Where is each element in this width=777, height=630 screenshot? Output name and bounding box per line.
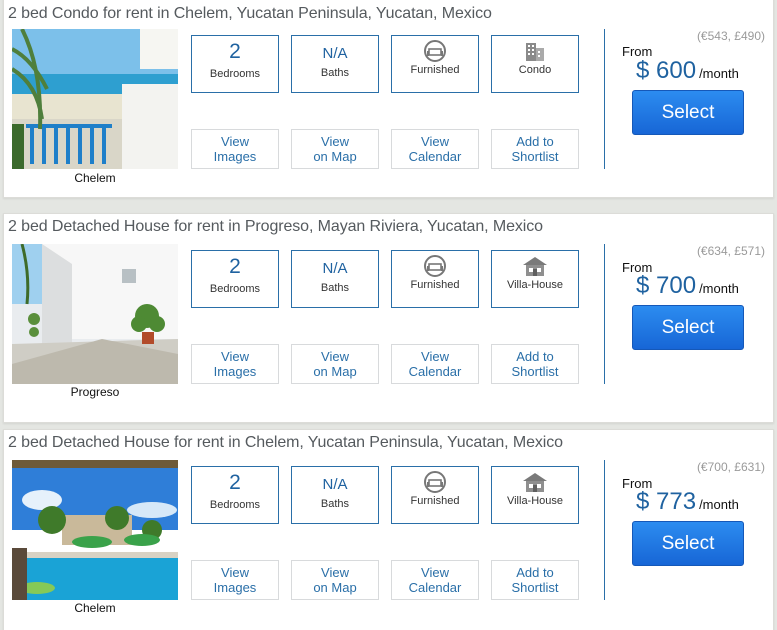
baths-value: N/A bbox=[322, 476, 348, 493]
bedrooms-box: 2 Bedrooms bbox=[191, 250, 279, 308]
divider bbox=[604, 244, 605, 384]
view-images-label: View Images bbox=[213, 565, 257, 595]
building-icon bbox=[526, 43, 544, 61]
add-to-shortlist-button[interactable]: Add to Shortlist bbox=[491, 344, 579, 384]
price-value: $ 600 bbox=[636, 57, 697, 84]
bedrooms-value: 2 bbox=[229, 255, 241, 278]
price-value: $ 700 bbox=[636, 272, 697, 299]
divider bbox=[604, 460, 605, 600]
property-type-box: Condo bbox=[491, 35, 579, 93]
view-calendar-label: View Calendar bbox=[408, 565, 462, 595]
baths-label: Baths bbox=[320, 498, 350, 510]
listing-photo[interactable] bbox=[12, 244, 178, 384]
price: $ 773/month bbox=[636, 488, 739, 516]
price-period: /month bbox=[699, 66, 739, 81]
listing-photo[interactable] bbox=[12, 460, 178, 600]
view-calendar-button[interactable]: View Calendar bbox=[391, 344, 479, 384]
price: $ 600/month bbox=[636, 57, 739, 85]
view-images-button[interactable]: View Images bbox=[191, 560, 279, 600]
view-images-button[interactable]: View Images bbox=[191, 344, 279, 384]
currency-conversion: (€634, £571) bbox=[696, 244, 765, 258]
listing-photo[interactable] bbox=[12, 29, 178, 169]
property-type-box: Villa-House bbox=[491, 250, 579, 308]
bedrooms-label: Bedrooms bbox=[209, 283, 261, 295]
bedrooms-label: Bedrooms bbox=[209, 499, 261, 511]
view-on-map-label: View on Map bbox=[313, 349, 357, 379]
baths-box: N/A Baths bbox=[291, 250, 379, 308]
furnished-label: Furnished bbox=[410, 64, 460, 76]
listing-title[interactable]: 2 bed Detached House for rent in Chelem,… bbox=[8, 434, 563, 452]
furnished-box: Furnished bbox=[391, 250, 479, 308]
sofa-icon bbox=[424, 471, 446, 493]
property-type-label: Condo bbox=[518, 64, 552, 76]
add-to-shortlist-label: Add to Shortlist bbox=[511, 349, 559, 379]
furnished-label: Furnished bbox=[410, 279, 460, 291]
listing-card: 2 bed Condo for rent in Chelem, Yucatan … bbox=[3, 0, 774, 198]
add-to-shortlist-button[interactable]: Add to Shortlist bbox=[491, 129, 579, 169]
furnished-label: Furnished bbox=[410, 495, 460, 507]
listing-location-caption: Progreso bbox=[70, 385, 120, 399]
add-to-shortlist-button[interactable]: Add to Shortlist bbox=[491, 560, 579, 600]
select-button[interactable]: Select bbox=[632, 90, 744, 135]
view-on-map-button[interactable]: View on Map bbox=[291, 344, 379, 384]
select-button[interactable]: Select bbox=[632, 521, 744, 566]
select-button[interactable]: Select bbox=[632, 305, 744, 350]
view-images-label: View Images bbox=[213, 134, 257, 164]
listing-card: 2 bed Detached House for rent in Progres… bbox=[3, 213, 774, 423]
listing-card: 2 bed Detached House for rent in Chelem,… bbox=[3, 429, 774, 630]
view-on-map-label: View on Map bbox=[313, 134, 357, 164]
bedrooms-box: 2 Bedrooms bbox=[191, 35, 279, 93]
listing-title[interactable]: 2 bed Detached House for rent in Progres… bbox=[8, 218, 543, 236]
view-calendar-button[interactable]: View Calendar bbox=[391, 129, 479, 169]
view-images-label: View Images bbox=[213, 349, 257, 379]
property-type-box: Villa-House bbox=[491, 466, 579, 524]
price-period: /month bbox=[699, 281, 739, 296]
add-to-shortlist-label: Add to Shortlist bbox=[511, 134, 559, 164]
baths-value: N/A bbox=[322, 260, 348, 277]
view-on-map-button[interactable]: View on Map bbox=[291, 129, 379, 169]
baths-box: N/A Baths bbox=[291, 35, 379, 93]
bedrooms-value: 2 bbox=[229, 471, 241, 494]
bedrooms-value: 2 bbox=[229, 40, 241, 63]
baths-label: Baths bbox=[320, 67, 350, 79]
baths-box: N/A Baths bbox=[291, 466, 379, 524]
sofa-icon bbox=[424, 40, 446, 62]
view-calendar-label: View Calendar bbox=[408, 134, 462, 164]
house-icon bbox=[523, 257, 547, 276]
currency-conversion: (€543, £490) bbox=[696, 29, 765, 43]
view-calendar-label: View Calendar bbox=[408, 349, 462, 379]
listing-title[interactable]: 2 bed Condo for rent in Chelem, Yucatan … bbox=[8, 5, 492, 23]
divider bbox=[604, 29, 605, 169]
price-period: /month bbox=[699, 497, 739, 512]
view-on-map-label: View on Map bbox=[313, 565, 357, 595]
furnished-box: Furnished bbox=[391, 35, 479, 93]
price: $ 700/month bbox=[636, 272, 739, 300]
sofa-icon bbox=[424, 255, 446, 277]
price-value: $ 773 bbox=[636, 488, 697, 515]
bedrooms-label: Bedrooms bbox=[209, 68, 261, 80]
baths-value: N/A bbox=[322, 45, 348, 62]
currency-conversion: (€700, £631) bbox=[696, 460, 765, 474]
baths-label: Baths bbox=[320, 282, 350, 294]
house-icon bbox=[523, 473, 547, 492]
property-type-label: Villa-House bbox=[506, 495, 564, 507]
add-to-shortlist-label: Add to Shortlist bbox=[511, 565, 559, 595]
view-calendar-button[interactable]: View Calendar bbox=[391, 560, 479, 600]
listing-location-caption: Chelem bbox=[74, 601, 116, 615]
property-type-label: Villa-House bbox=[506, 279, 564, 291]
listing-location-caption: Chelem bbox=[74, 171, 116, 185]
bedrooms-box: 2 Bedrooms bbox=[191, 466, 279, 524]
furnished-box: Furnished bbox=[391, 466, 479, 524]
view-images-button[interactable]: View Images bbox=[191, 129, 279, 169]
view-on-map-button[interactable]: View on Map bbox=[291, 560, 379, 600]
